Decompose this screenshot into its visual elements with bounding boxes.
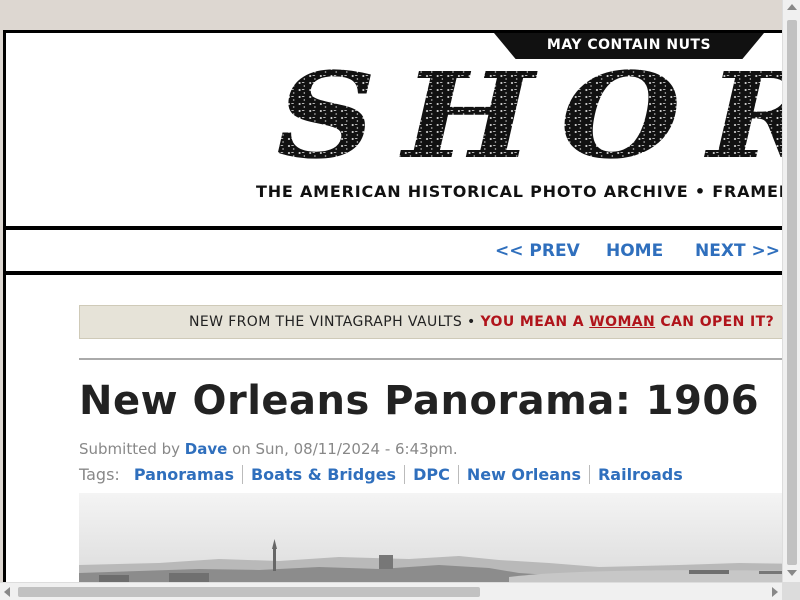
tag-link-new-orleans[interactable]: New Orleans	[457, 465, 589, 484]
browser-viewport: MAY CONTAIN NUTS SHORPY THE AMERICAN HIS…	[0, 0, 782, 582]
home-link[interactable]: HOME	[606, 241, 663, 261]
scroll-left-icon[interactable]	[4, 587, 10, 597]
pager-nav: << PREV HOME NEXT >>	[6, 230, 782, 272]
submitted-by-label: Submitted by	[79, 440, 185, 458]
tags-label: Tags:	[79, 465, 120, 484]
tag-link-boats-bridges[interactable]: Boats & Bridges	[241, 465, 404, 484]
vertical-scrollbar[interactable]	[782, 0, 800, 582]
page-container: MAY CONTAIN NUTS SHORPY THE AMERICAN HIS…	[3, 30, 782, 582]
submission-date: on Sun, 08/11/2024 - 6:43pm.	[227, 440, 458, 458]
promo-link[interactable]: YOU MEAN A WOMAN CAN OPEN IT?	[480, 314, 774, 330]
scroll-up-icon[interactable]	[787, 4, 797, 10]
panorama-photo[interactable]	[79, 493, 782, 582]
vertical-scroll-thumb[interactable]	[787, 20, 797, 565]
promo-banner: NEW FROM THE VINTAGRAPH VAULTS • YOU MEA…	[79, 305, 782, 339]
submission-meta: Submitted by Dave on Sun, 08/11/2024 - 6…	[79, 440, 458, 458]
tags-list: Tags: Panoramas Boats & Bridges DPC New …	[79, 465, 691, 484]
promo-intro: NEW FROM THE VINTAGRAPH VAULTS •	[189, 314, 481, 330]
scrollbar-corner	[782, 582, 800, 600]
tag-link-railroads[interactable]: Railroads	[588, 465, 691, 484]
page-title: New Orleans Panorama: 1906	[79, 378, 760, 424]
tag-link-panoramas[interactable]: Panoramas	[134, 465, 242, 484]
scroll-right-icon[interactable]	[772, 587, 778, 597]
nav-divider	[6, 271, 782, 275]
promo-link-post[interactable]: CAN OPEN IT?	[655, 314, 774, 330]
promo-link-emph[interactable]: WOMAN	[589, 314, 655, 330]
next-link[interactable]: NEXT >>	[695, 241, 780, 261]
logo-wordmark: SHORPY	[276, 67, 782, 167]
content-divider	[79, 358, 782, 360]
site-logo[interactable]: SHORPY	[276, 67, 782, 167]
tag-link-dpc[interactable]: DPC	[404, 465, 458, 484]
prev-link[interactable]: << PREV	[495, 241, 580, 261]
horizontal-scroll-thumb[interactable]	[18, 587, 480, 597]
scroll-down-icon[interactable]	[787, 570, 797, 576]
promo-link-pre[interactable]: YOU MEAN A	[480, 314, 589, 330]
site-tagline: THE AMERICAN HISTORICAL PHOTO ARCHIVE • …	[256, 182, 782, 201]
author-link[interactable]: Dave	[185, 440, 228, 458]
may-contain-nuts-badge: MAY CONTAIN NUTS	[494, 33, 764, 59]
horizontal-scrollbar[interactable]	[0, 582, 782, 600]
